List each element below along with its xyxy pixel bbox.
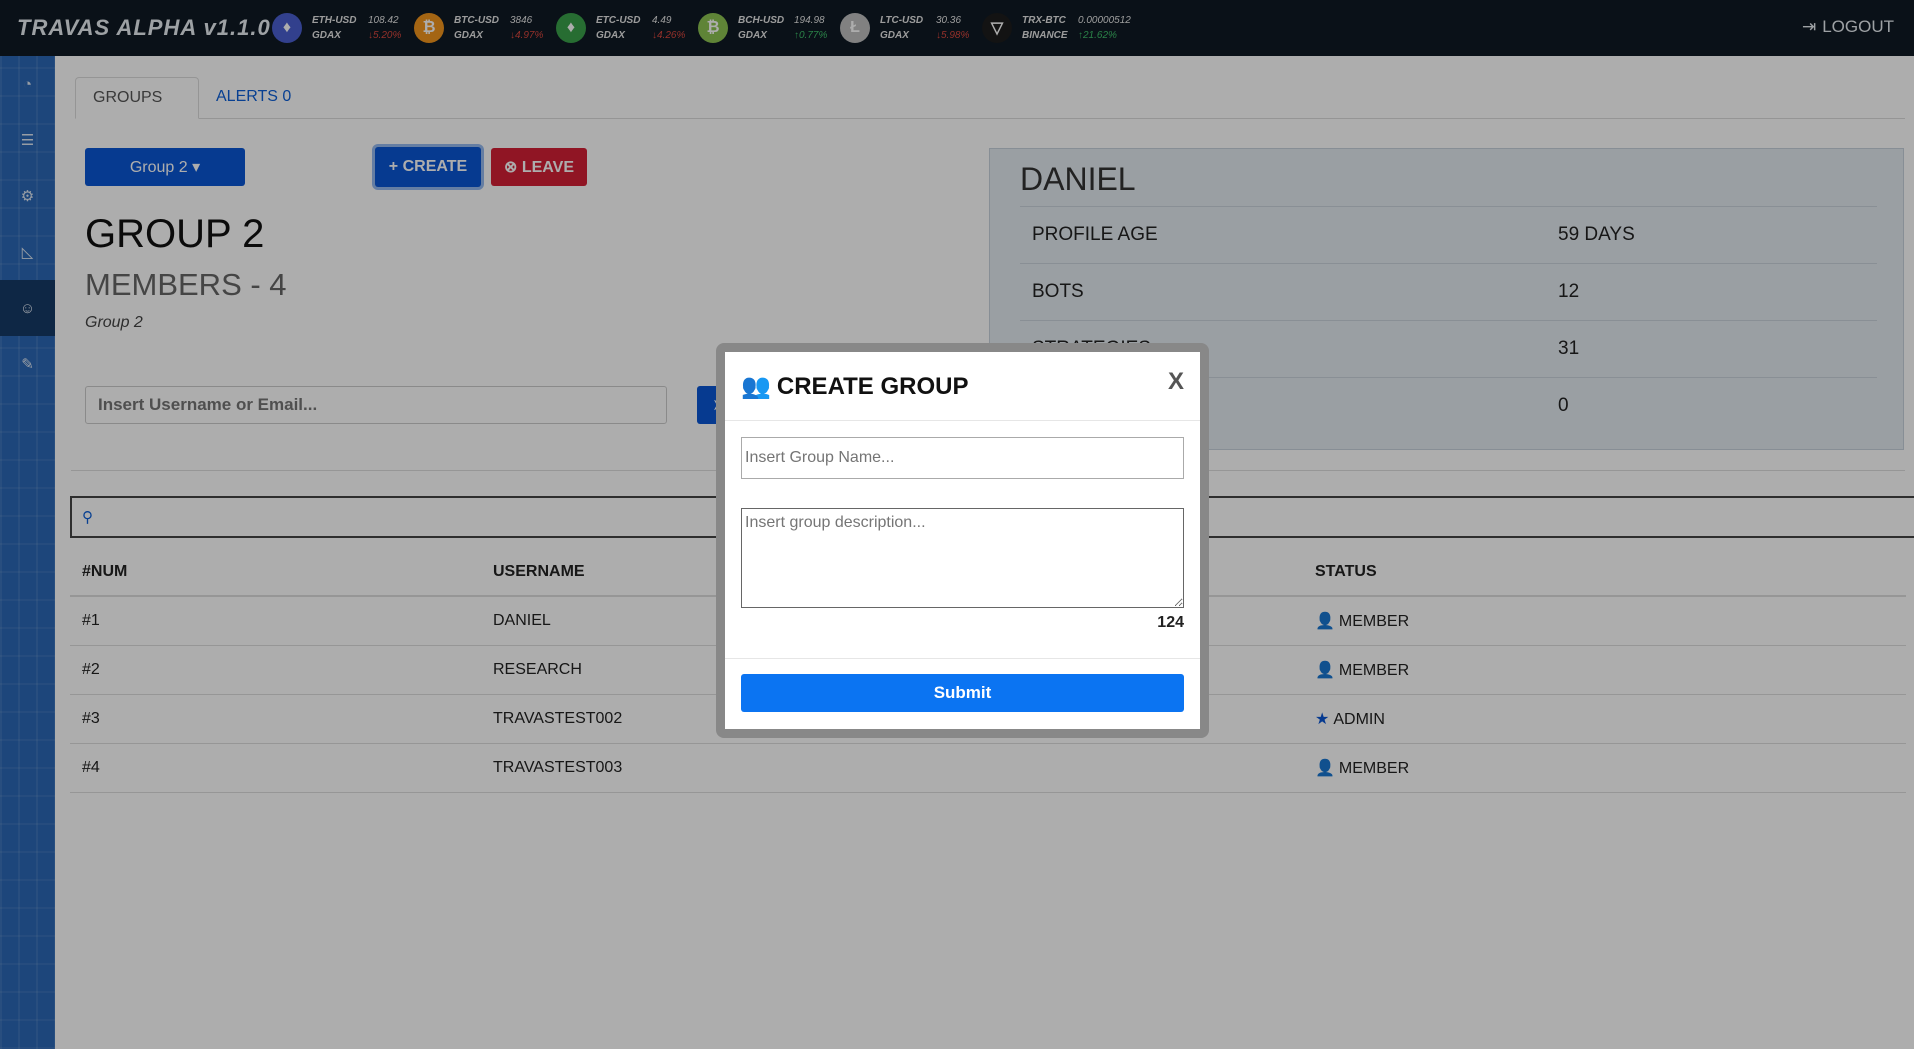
close-icon[interactable]: X [1168,368,1184,396]
modal-title-text: CREATE GROUP [776,372,969,400]
modal-divider [725,658,1200,659]
char-counter: 124 [1157,614,1184,631]
create-group-modal: 👥 CREATE GROUP X 124 Submit [725,352,1200,729]
group-description-textarea[interactable] [741,508,1184,608]
modal-title: 👥 CREATE GROUP [741,372,968,401]
modal-divider [725,420,1200,421]
group-name-input[interactable] [741,437,1184,479]
users-icon: 👥 [741,373,771,400]
submit-button[interactable]: Submit [741,674,1184,712]
